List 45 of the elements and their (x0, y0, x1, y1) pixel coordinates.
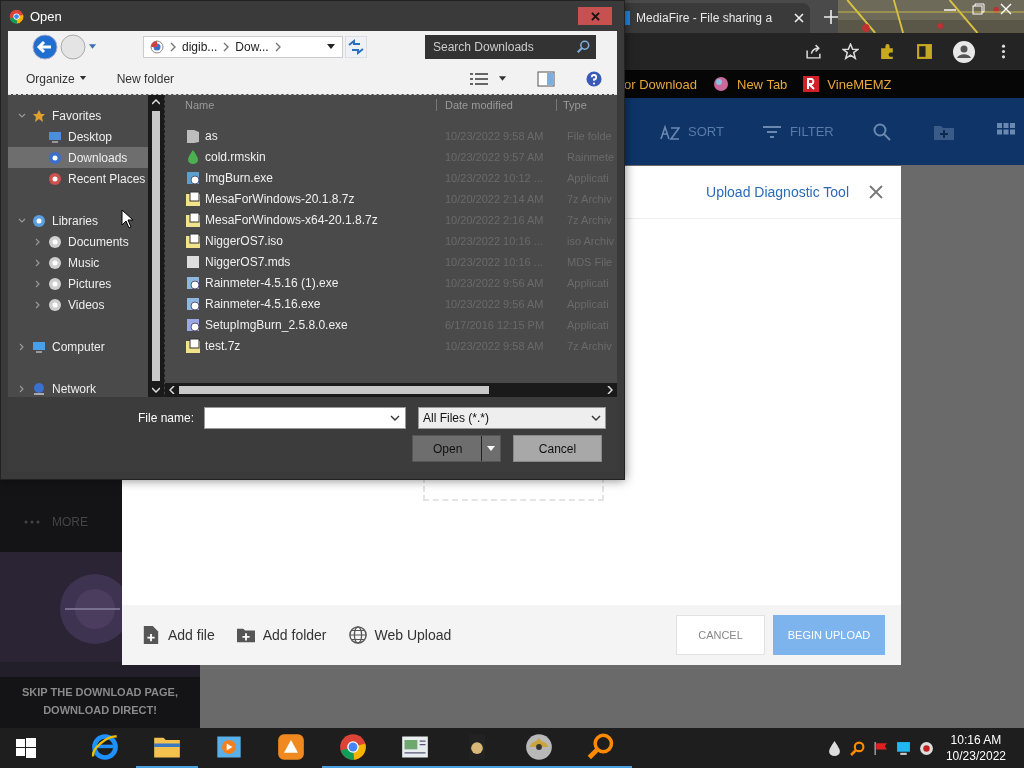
file-name: NiggerOS7.mds (205, 254, 291, 269)
bookmark[interactable]: VineMEMZ (803, 76, 892, 92)
file-name: test.7z (205, 338, 241, 353)
tree-item[interactable]: Libraries (8, 210, 148, 231)
search-field[interactable]: Search Downloads (425, 35, 596, 59)
tree-item[interactable]: Videos (8, 294, 148, 315)
tree-item[interactable]: Documents (8, 231, 148, 252)
tree-item[interactable]: Music (8, 252, 148, 273)
tree-item[interactable]: Favorites (8, 105, 148, 126)
bookmark[interactable]: or Download (624, 76, 697, 92)
tree-item[interactable]: Computer (8, 336, 148, 357)
file-type-dropdown[interactable]: All Files (*.*) (418, 407, 607, 429)
file-name: MesaForWindows-20.1.8.7z (205, 191, 355, 206)
bookmark[interactable]: New Tab (713, 76, 788, 92)
tree-item[interactable]: Recent Places (8, 168, 148, 189)
clock[interactable]: 10:16 AM 10/23/2022 (945, 732, 1006, 764)
file-name: MesaForWindows-x64-20.1.8.7z (205, 212, 378, 227)
clock-time: 10:16 AM (950, 732, 1002, 748)
tree-item[interactable]: Network (8, 378, 148, 399)
tree-item[interactable]: Pictures (8, 273, 148, 294)
breadcrumb[interactable]: digib... (182, 40, 218, 54)
upload-action[interactable]: Web Upload (348, 626, 452, 644)
upload-action[interactable]: Add file (142, 626, 215, 644)
new-folder-button[interactable]: New folder (116, 71, 175, 86)
upload-action[interactable]: Add folder (236, 626, 327, 644)
file-name: Rainmeter-4.5.16.exe (205, 296, 321, 311)
cancel-button[interactable]: CANCEL (676, 615, 765, 655)
address-bar[interactable]: digib... Dow... (143, 36, 343, 58)
organize-menu[interactable]: Organize (26, 71, 87, 86)
file-name: Rainmeter-4.5.16 (1).exe (205, 275, 339, 290)
file-name: NiggerOS7.iso (205, 233, 284, 248)
field-label: File name: (138, 411, 195, 425)
tree-item[interactable]: Downloads (8, 147, 148, 168)
file-name: SetupImgBurn_2.5.8.0.exe (205, 317, 348, 332)
clock-date: 10/23/2022 (945, 748, 1006, 764)
tree-item[interactable]: Desktop (8, 126, 148, 147)
diagnostic-link[interactable]: Upload Diagnostic Tool (706, 184, 849, 200)
file-name: ImgBurn.exe (205, 170, 274, 185)
file-name: cold.rmskin (205, 149, 266, 164)
dialog-title: Open (30, 8, 62, 24)
open-button[interactable]: Open (412, 435, 501, 462)
promo-text: SKIP THE DOWNLOAD PAGE, DOWNLOAD DIRECT! (20, 685, 179, 718)
cancel-button[interactable]: Cancel (513, 435, 602, 462)
file-name: as (205, 128, 218, 143)
breadcrumb[interactable]: Dow... (235, 40, 269, 54)
